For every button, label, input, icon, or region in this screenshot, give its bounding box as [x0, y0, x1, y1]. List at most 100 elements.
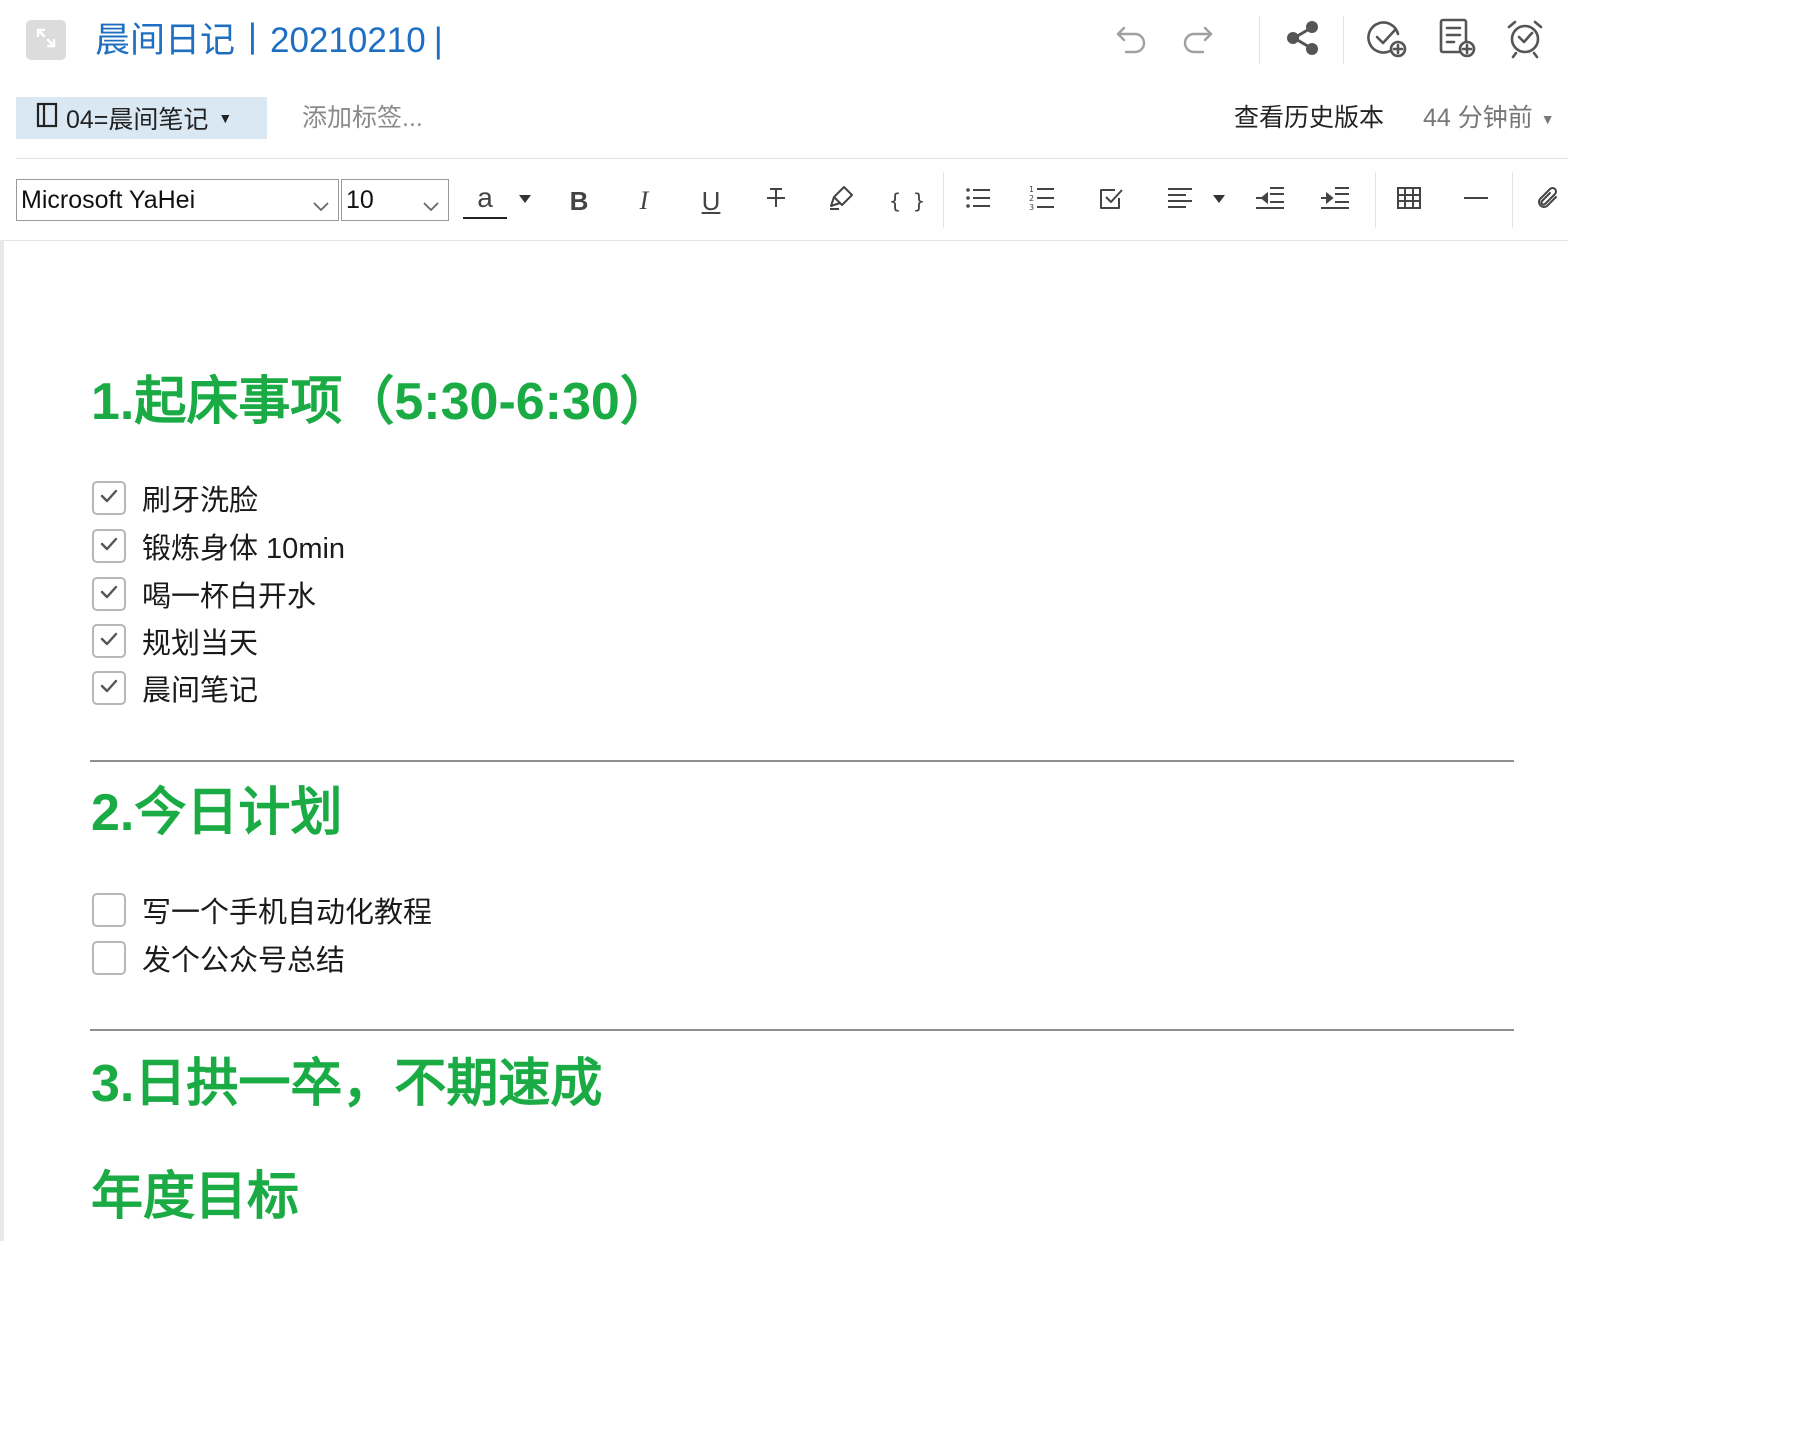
italic-button[interactable]: I: [622, 180, 666, 222]
todo-text[interactable]: 发个公众号总结: [142, 937, 345, 979]
toolbar-divider: [1512, 172, 1513, 228]
bullet-list-button[interactable]: [956, 180, 1000, 222]
checkmark-icon: [99, 631, 119, 652]
horizontal-rule: [90, 760, 1514, 762]
paperclip-icon: [1534, 184, 1562, 219]
insert-table-button[interactable]: [1387, 180, 1431, 222]
todo-item[interactable]: 规划当天: [92, 621, 258, 661]
todo-item[interactable]: 刷牙洗脸: [92, 478, 258, 518]
reminder-button[interactable]: [1503, 18, 1547, 62]
font-color-dropdown[interactable]: [518, 191, 532, 209]
italic-icon: I: [639, 186, 649, 215]
todo-text[interactable]: 喝一杯白开水: [142, 573, 316, 615]
svg-text:2: 2: [1029, 194, 1034, 203]
font-family-select[interactable]: Microsoft YaHei: [16, 179, 339, 221]
todo-text[interactable]: 锻炼身体 10min: [142, 525, 345, 567]
todo-checkbox[interactable]: [92, 624, 126, 658]
chevron-down-icon: [422, 192, 440, 221]
add-tag-input[interactable]: 添加标签...: [302, 100, 423, 136]
highlight-button[interactable]: [819, 180, 863, 222]
todo-checkbox[interactable]: [92, 941, 126, 975]
numbered-list-icon: 123: [1028, 184, 1056, 219]
underline-button[interactable]: U: [689, 180, 733, 222]
font-color-button[interactable]: a: [462, 180, 508, 222]
toolbar-divider: [943, 172, 944, 228]
caret-down-icon: ▼: [1540, 111, 1555, 128]
strikethrough-icon: [763, 185, 789, 218]
header-divider: [1259, 16, 1260, 64]
horizontal-rule-icon: [1462, 185, 1490, 218]
font-family-value: Microsoft YaHei: [21, 185, 196, 214]
svg-text:3: 3: [1029, 203, 1034, 212]
todo-checkbox[interactable]: [92, 577, 126, 611]
caret-down-icon: [518, 191, 532, 208]
note-title[interactable]: 晨间日记丨20210210 |: [95, 18, 443, 64]
todo-item[interactable]: 发个公众号总结: [92, 938, 345, 978]
notebook-selector[interactable]: 04=晨间笔记 ▼: [16, 97, 267, 139]
underline-icon: U: [701, 185, 721, 216]
header-divider: [1343, 16, 1344, 64]
font-color-glyph: a: [477, 182, 493, 213]
code-button[interactable]: { }: [885, 180, 929, 222]
highlighter-icon: [827, 184, 855, 219]
checkbox-icon: [1097, 184, 1125, 219]
todo-item[interactable]: 喝一杯白开水: [92, 574, 316, 614]
caret-down-icon: [1212, 191, 1226, 208]
checkmark-icon: [99, 488, 119, 509]
undo-button[interactable]: [1110, 18, 1154, 62]
redo-button[interactable]: [1175, 18, 1219, 62]
alarm-clock-icon: [1504, 17, 1546, 64]
font-size-select[interactable]: 10: [341, 179, 449, 221]
checklist-button[interactable]: [1089, 180, 1133, 222]
indent-button[interactable]: [1313, 180, 1357, 222]
checkmark-icon: [99, 584, 119, 605]
font-color-bar: [463, 217, 507, 219]
outdent-button[interactable]: [1248, 180, 1292, 222]
notebook-name: 04=晨间笔记: [66, 106, 209, 134]
share-button[interactable]: [1281, 18, 1325, 62]
todo-item[interactable]: 晨间笔记: [92, 668, 258, 708]
code-braces-icon: { }: [888, 189, 926, 213]
checkmark-icon: [99, 536, 119, 557]
todo-text[interactable]: 规划当天: [142, 620, 258, 662]
divider: [16, 158, 1568, 159]
add-task-button[interactable]: [1364, 18, 1408, 62]
font-size-value: 10: [346, 185, 374, 214]
section-heading[interactable]: 3.日拱一卒，不期速成: [91, 1051, 602, 1117]
horizontal-rule-button[interactable]: [1454, 180, 1498, 222]
notebook-icon: [36, 102, 58, 135]
expand-icon: [34, 26, 58, 55]
align-left-icon: [1166, 185, 1194, 218]
numbered-list-button[interactable]: 123: [1020, 180, 1064, 222]
section-heading[interactable]: 年度目标: [91, 1164, 299, 1230]
section-heading[interactable]: 2.今日计划: [91, 780, 342, 846]
todo-text[interactable]: 写一个手机自动化教程: [142, 889, 432, 931]
align-dropdown[interactable]: [1212, 191, 1226, 209]
modified-time-dropdown[interactable]: 44 分钟前 ▼: [1423, 100, 1555, 137]
note-header: 晨间日记丨20210210 |: [0, 0, 1568, 88]
view-history-link[interactable]: 查看历史版本: [1234, 100, 1384, 136]
checkmark-icon: [99, 678, 119, 699]
todo-text[interactable]: 刷牙洗脸: [142, 477, 258, 519]
todo-item[interactable]: 写一个手机自动化教程: [92, 890, 432, 930]
todo-checkbox[interactable]: [92, 481, 126, 515]
svg-text:1: 1: [1029, 185, 1034, 194]
align-button[interactable]: [1158, 180, 1202, 222]
bold-button[interactable]: B: [557, 180, 601, 222]
todo-checkbox[interactable]: [92, 671, 126, 705]
note-title-text[interactable]: 晨间日记丨20210210: [95, 21, 426, 60]
new-note-button[interactable]: [1435, 18, 1479, 62]
expand-button[interactable]: [26, 20, 66, 60]
todo-checkbox[interactable]: [92, 529, 126, 563]
todo-checkbox[interactable]: [92, 893, 126, 927]
strikethrough-button[interactable]: [754, 180, 798, 222]
chevron-down-icon: [312, 192, 330, 221]
check-circle-plus-icon: [1365, 17, 1407, 64]
todo-item[interactable]: 锻炼身体 10min: [92, 526, 345, 566]
attachment-button[interactable]: [1526, 180, 1570, 222]
text-cursor: |: [433, 21, 443, 60]
section-heading[interactable]: 1.起床事项（5:30-6:30）: [91, 369, 672, 435]
outdent-icon: [1254, 185, 1286, 218]
todo-text[interactable]: 晨间笔记: [142, 667, 258, 709]
horizontal-rule: [90, 1029, 1514, 1031]
